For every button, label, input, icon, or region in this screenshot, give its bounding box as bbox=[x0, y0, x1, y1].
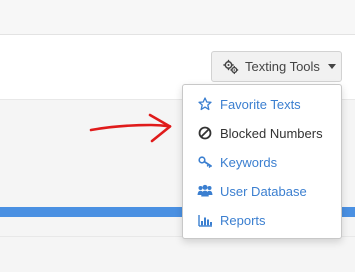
menu-item-blocked-numbers[interactable]: Blocked Numbers bbox=[183, 119, 341, 147]
red-arrow-annotation bbox=[89, 113, 172, 143]
ban-icon bbox=[197, 125, 213, 141]
users-icon bbox=[197, 183, 213, 199]
top-band bbox=[0, 0, 355, 34]
menu-item-favorite-texts[interactable]: Favorite Texts bbox=[183, 90, 341, 118]
menu-item-keywords[interactable]: Keywords bbox=[183, 148, 341, 176]
menu-item-user-database[interactable]: User Database bbox=[183, 177, 341, 205]
star-outline-icon bbox=[197, 96, 213, 112]
texting-tools-dropdown: Favorite Texts Blocked Numbers Keywords bbox=[182, 84, 342, 239]
texting-tools-button[interactable]: Texting Tools bbox=[211, 51, 342, 82]
key-icon bbox=[197, 154, 213, 170]
texting-tools-label: Texting Tools bbox=[245, 59, 320, 74]
caret-down-icon bbox=[327, 64, 336, 69]
menu-item-label: Favorite Texts bbox=[220, 96, 301, 112]
menu-item-label: Keywords bbox=[220, 154, 278, 170]
menu-item-label: User Database bbox=[220, 183, 307, 199]
menu-item-reports[interactable]: Reports bbox=[183, 206, 341, 234]
bar-chart-icon bbox=[197, 212, 213, 228]
gears-icon bbox=[223, 59, 239, 75]
menu-item-label: Reports bbox=[220, 212, 266, 228]
menu-item-label: Blocked Numbers bbox=[220, 125, 323, 141]
